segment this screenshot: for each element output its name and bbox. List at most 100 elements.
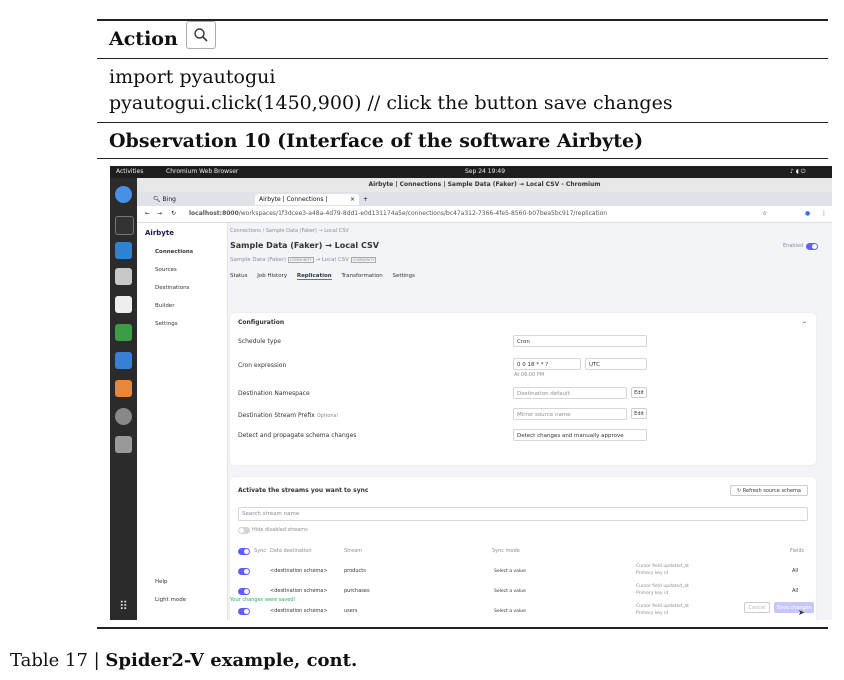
- clock: Sep 24 19:49: [465, 168, 506, 175]
- col-sync-mode: Sync mode: [492, 548, 520, 554]
- text-editor-icon[interactable]: [115, 296, 132, 313]
- tab-settings[interactable]: Settings: [392, 273, 415, 279]
- hide-disabled-toggle[interactable]: [238, 527, 250, 534]
- reload-icon[interactable]: ↻: [171, 206, 176, 222]
- enabled-toggle[interactable]: [806, 243, 818, 250]
- airbyte-logo[interactable]: Airbyte: [145, 229, 174, 237]
- menu-icon[interactable]: ⋮: [821, 206, 827, 222]
- sidebar-item-connections[interactable]: Connections: [155, 249, 193, 255]
- row-cursor: Cursor field updated_at: [636, 584, 689, 589]
- detect-schema-label: Detect and propagate schema changes: [238, 432, 357, 439]
- row-destination: <destination schema>: [270, 608, 328, 614]
- observation-title: Observation 10 (Interface of the softwar…: [109, 130, 644, 152]
- tab-airbyte[interactable]: Airbyte | Connections | ×: [255, 194, 359, 205]
- rule-under-code: [97, 122, 828, 123]
- stream-prefix-edit-button[interactable]: Edit: [631, 408, 647, 419]
- row-destination: <destination schema>: [270, 588, 328, 594]
- mouse-cursor-icon: ➤: [798, 608, 805, 617]
- tab-job-history[interactable]: Job History: [257, 273, 287, 279]
- destination-namespace-edit-button[interactable]: Edit: [631, 387, 647, 398]
- sidebar-item-light-mode[interactable]: Light mode: [155, 597, 186, 603]
- stream-row-toggle[interactable]: [238, 568, 250, 575]
- recycle-icon[interactable]: [115, 436, 132, 453]
- col-sync: Sync: [254, 548, 267, 554]
- url-text[interactable]: localhost:8000/workspaces/1f3dcee3-a48a-…: [189, 206, 607, 222]
- chromium-icon[interactable]: [115, 186, 132, 203]
- forward-icon[interactable]: →: [157, 206, 162, 222]
- rule-under-action: [97, 58, 828, 59]
- col-destination: Data destination: [270, 548, 312, 554]
- cron-expression-label: Cron expression: [238, 362, 287, 369]
- destination-namespace-input[interactable]: Destination default: [513, 387, 627, 399]
- system-tray-icon[interactable]: ♪ ◖ ⏻: [790, 168, 806, 176]
- row-stream: purchases: [344, 588, 370, 594]
- detect-schema-select[interactable]: Detect changes and manually approve: [513, 429, 647, 441]
- airbyte-screenshot: Activities Chromium Web Browser Sep 24 1…: [110, 166, 832, 620]
- rule-under-observation: [97, 158, 828, 159]
- stream-row-toggle[interactable]: [238, 588, 250, 595]
- profile-icon[interactable]: ●: [805, 206, 810, 222]
- spreadsheet-icon[interactable]: [115, 324, 132, 341]
- presentation-icon[interactable]: [115, 380, 132, 397]
- source-destination-line: Sample Data (Faker) COMMUNITY → Local CS…: [230, 257, 377, 263]
- stream-row-toggle[interactable]: [238, 608, 250, 615]
- cancel-button[interactable]: Cancel: [744, 602, 770, 613]
- sidebar-item-destinations[interactable]: Destinations: [155, 285, 189, 291]
- zoom-button[interactable]: [186, 21, 216, 49]
- browser-label: Chromium Web Browser: [166, 168, 239, 175]
- configuration-title: Configuration: [238, 319, 285, 326]
- col-fields: Fields: [790, 548, 805, 554]
- row-stream: products: [344, 568, 366, 574]
- vscode-icon[interactable]: [115, 242, 132, 259]
- code-line-2: pyautogui.click(1450,900) // click the b…: [109, 92, 673, 114]
- activities-label[interactable]: Activities: [116, 168, 143, 175]
- terminal-icon[interactable]: [115, 216, 134, 235]
- sidebar-item-builder[interactable]: Builder: [155, 303, 174, 309]
- cron-expression-input[interactable]: 0 0 18 * * ?: [513, 358, 581, 370]
- tab-status[interactable]: Status: [230, 273, 248, 279]
- row-cursor: Cursor field updated_at: [636, 564, 689, 569]
- destination-namespace-label: Destination Namespace: [238, 390, 310, 397]
- row-fields[interactable]: All: [792, 568, 798, 574]
- saved-message: Your changes were saved!: [230, 597, 296, 603]
- row-destination: <destination schema>: [270, 568, 328, 574]
- sidebar-item-settings[interactable]: Settings: [155, 321, 178, 327]
- configuration-card: Configuration ⌄ Schedule type Cron Cron …: [230, 313, 816, 465]
- streams-card: Activate the streams you want to sync ↻ …: [230, 477, 816, 620]
- tab-replication[interactable]: Replication: [296, 273, 332, 280]
- schedule-type-select[interactable]: Cron: [513, 335, 647, 347]
- row-sync-mode[interactable]: Select a value: [494, 609, 526, 614]
- software-center-icon[interactable]: [115, 408, 132, 425]
- cron-timezone-select[interactable]: UTC: [585, 358, 647, 370]
- gnome-topbar: Activities Chromium Web Browser Sep 24 1…: [110, 166, 832, 178]
- save-changes-button[interactable]: Save changes: [774, 602, 814, 613]
- tab-transformation[interactable]: Transformation: [341, 273, 382, 279]
- address-bar[interactable]: ← → ↻ localhost:8000/workspaces/1f3dcee3…: [137, 206, 832, 223]
- chevron-down-icon[interactable]: ⌄: [802, 318, 807, 325]
- code-line-1: import pyautogui: [109, 66, 276, 88]
- window-title: Airbyte | Connections | Sample Data (Fak…: [137, 178, 832, 192]
- app-grid-icon[interactable]: ⠿: [115, 598, 132, 615]
- col-stream: Stream: [344, 548, 363, 554]
- stream-prefix-input[interactable]: Mirror source name: [513, 408, 627, 420]
- sidebar-item-sources[interactable]: Sources: [155, 267, 177, 273]
- bookmark-icon[interactable]: ☆: [762, 206, 767, 222]
- row-primary-key: Primary key id: [636, 591, 669, 596]
- breadcrumb[interactable]: Connections / Sample Data (Faker) → Loca…: [230, 228, 349, 234]
- document-icon[interactable]: [115, 352, 132, 369]
- row-fields[interactable]: All: [792, 588, 798, 594]
- dock: ⠿: [110, 178, 137, 620]
- refresh-schema-button[interactable]: ↻ Refresh source schema: [730, 485, 808, 496]
- sidebar-item-help[interactable]: Help: [155, 579, 168, 585]
- row-primary-key: Primary key id: [636, 571, 669, 576]
- close-icon[interactable]: ×: [350, 194, 355, 205]
- sync-all-toggle[interactable]: [238, 548, 250, 555]
- tab-bing[interactable]: 🔍︎ Bing: [149, 194, 253, 205]
- row-sync-mode[interactable]: Select a value: [494, 569, 526, 574]
- stream-search-input[interactable]: Search stream name: [238, 507, 808, 521]
- row-sync-mode[interactable]: Select a value: [494, 589, 526, 594]
- files-icon[interactable]: [115, 268, 132, 285]
- new-tab-button[interactable]: +: [359, 194, 372, 205]
- back-icon[interactable]: ←: [145, 206, 150, 222]
- search-icon: 🔍︎: [153, 196, 163, 203]
